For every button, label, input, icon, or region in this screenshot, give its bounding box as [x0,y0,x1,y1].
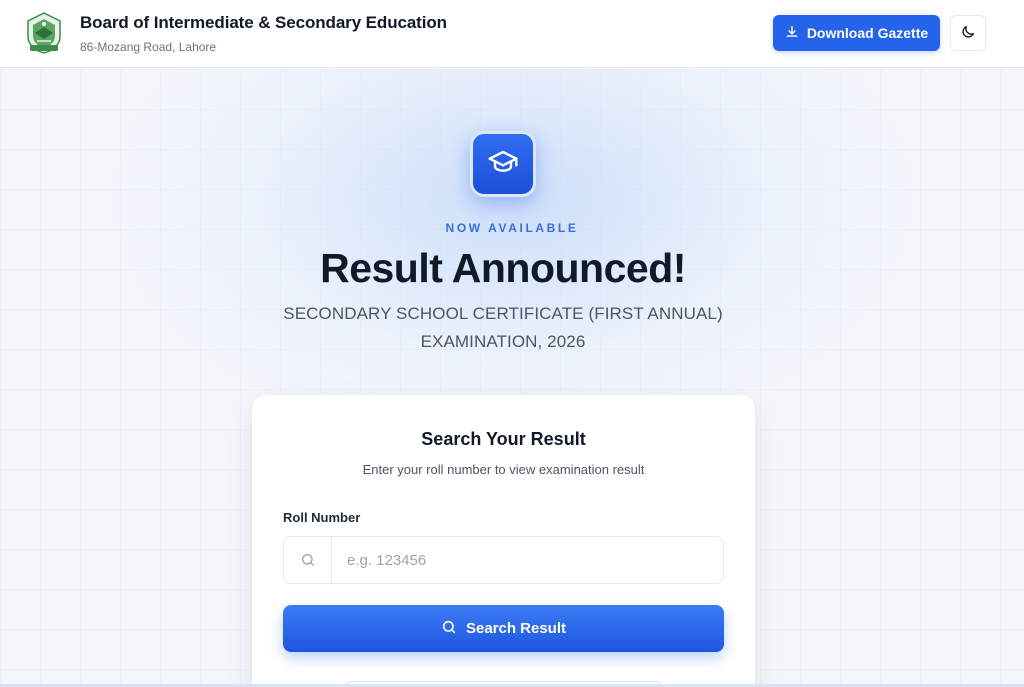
roll-number-field[interactable] [283,536,724,584]
search-icon [441,619,457,639]
exam-subtitle: SECONDARY SCHOOL CERTIFICATE (FIRST ANNU… [283,304,723,351]
graduation-cap-icon [487,146,519,183]
search-result-card: Search Your Result Enter your roll numbe… [252,395,755,687]
roll-number-input[interactable] [332,537,723,583]
board-title: Board of Intermediate & Secondary Educat… [80,13,447,32]
roll-number-label: Roll Number [283,510,361,525]
hero-section: NOW AVAILABLE Result Announced! SECONDAR… [0,69,1024,687]
search-result-button[interactable]: Search Result [283,605,724,652]
board-logo-icon[interactable] [24,11,64,55]
download-gazette-label: Download Gazette [806,25,929,41]
board-address: 86-Mozang Road, Lahore [80,40,217,54]
graduation-badge [470,131,536,197]
card-title: Search Your Result [421,429,586,449]
now-available-label: NOW AVAILABLE [445,221,579,235]
theme-toggle-button[interactable] [950,15,986,51]
download-icon [785,25,799,42]
card-subtitle: Enter your roll number to view examinati… [362,462,645,477]
page-title: Result Announced! [320,245,686,291]
moon-icon [960,24,976,43]
search-icon [284,537,332,583]
download-gazette-button[interactable]: Download Gazette [773,15,940,51]
top-header: Board of Intermediate & Secondary Educat… [0,0,1024,68]
search-result-label: Search Result [465,620,567,637]
